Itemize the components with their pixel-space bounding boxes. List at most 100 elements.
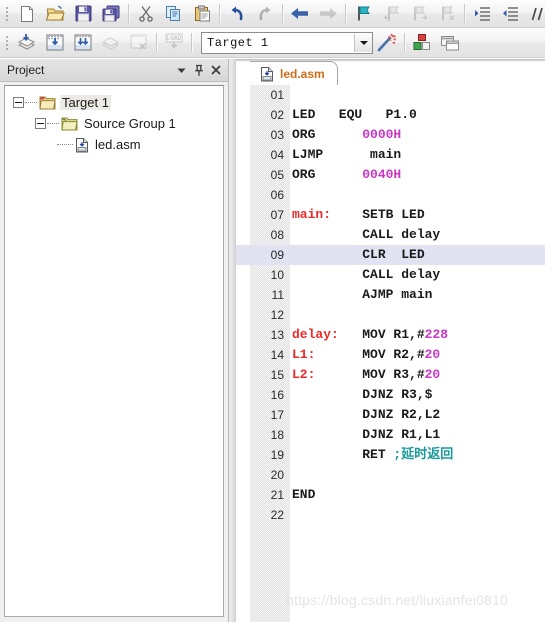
code-token-plain: DJNZ R3,$ [292, 387, 433, 402]
code-line[interactable]: 22 [236, 505, 545, 525]
code-line[interactable]: 03 ORG 0000H [236, 125, 545, 145]
code-token-plain: CALL delay [292, 267, 441, 282]
code-line[interactable]: 17 DJNZ R2,L2 [236, 405, 545, 425]
toolbar-separator [156, 33, 157, 52]
open-folder-icon [45, 5, 65, 23]
target-options-button[interactable] [373, 30, 401, 56]
code-token-plain: CLR LED [292, 247, 425, 262]
new-file-button[interactable] [13, 1, 41, 27]
toolbar-separator [191, 33, 192, 52]
tree-expander-target[interactable] [13, 97, 24, 108]
code-token-num: 20 [424, 347, 441, 362]
target-select-arrow[interactable] [354, 33, 372, 52]
copy-button[interactable] [160, 1, 188, 27]
save-all-icon [102, 5, 120, 22]
comment-button[interactable] [524, 1, 545, 27]
stop-build-button[interactable] [125, 30, 153, 56]
nav-forward-button[interactable] [314, 1, 342, 27]
code-line[interactable]: 04 LJMP main [236, 145, 545, 165]
code-line[interactable]: 11 AJMP main [236, 285, 545, 305]
indent-button[interactable] [468, 1, 496, 27]
save-file-button[interactable] [69, 1, 97, 27]
code-line[interactable]: 18 DJNZ R1,L1 [236, 425, 545, 445]
download-flash-button[interactable]: LOAD [160, 30, 188, 56]
open-file-button[interactable] [41, 1, 69, 27]
tree-expander-source-group[interactable] [35, 118, 46, 129]
prev-bookmark-button[interactable] [377, 1, 405, 27]
bookmark-prev-icon [383, 5, 400, 22]
stop-build-icon [129, 33, 149, 52]
manage-windows-button[interactable] [436, 30, 464, 56]
tree-connector [57, 143, 73, 146]
rebuild-button[interactable] [69, 30, 97, 56]
editor-tabstrip: led.asm [236, 59, 545, 86]
asm-file-icon [260, 66, 274, 82]
save-icon [75, 5, 92, 22]
project-tree[interactable]: Target 1 Source Group 1 led.asm [4, 85, 224, 617]
code-line[interactable]: 15 L2: MOV R3,#20 [236, 365, 545, 385]
redo-button[interactable] [251, 1, 279, 27]
clear-bookmarks-button[interactable] [433, 1, 461, 27]
target-folder-icon [39, 96, 56, 110]
code-line[interactable]: 14 L1: MOV R2,#20 [236, 345, 545, 365]
toolbar-grip[interactable] [3, 4, 11, 24]
batch-build-button[interactable] [97, 30, 125, 56]
line-number: 22 [270, 508, 284, 522]
pane-menu-button[interactable] [173, 62, 190, 79]
target-select[interactable]: Target 1 [201, 31, 373, 54]
tree-item-led-asm[interactable]: led.asm [5, 134, 223, 155]
bookmark-clear-icon [439, 5, 456, 22]
paste-button[interactable] [188, 1, 216, 27]
toolbar-grip[interactable] [3, 33, 11, 53]
cut-button[interactable] [132, 1, 160, 27]
code-line[interactable]: 08 CALL delay [236, 225, 545, 245]
outdent-button[interactable] [496, 1, 524, 27]
tree-item-source-group-label: Source Group 1 [84, 116, 176, 131]
code-token-label: L1: [292, 347, 316, 362]
manage-project-button[interactable] [408, 30, 436, 56]
code-line[interactable]: 21 END [236, 485, 545, 505]
code-line[interactable]: 19 RET ;延时返回 [236, 445, 545, 465]
pane-pin-button[interactable] [190, 62, 207, 79]
code-lines[interactable]: 01 02 LED EQU P1.0 03 ORG 0000H 04 LJMP main 05… [236, 85, 545, 622]
toolbar-separator [282, 4, 283, 23]
pane-close-button[interactable] [207, 62, 224, 79]
chevron-down-icon [177, 68, 186, 73]
code-line[interactable]: 01 [236, 85, 545, 105]
undo-button[interactable] [223, 1, 251, 27]
save-all-button[interactable] [97, 1, 125, 27]
code-line[interactable]: 02 LED EQU P1.0 [236, 105, 545, 125]
paste-icon [194, 5, 211, 22]
editor-tab-led-asm[interactable]: led.asm [239, 61, 338, 86]
toolbar-separator [464, 4, 465, 23]
toggle-bookmark-button[interactable] [349, 1, 377, 27]
line-number: 11 [271, 288, 284, 302]
nav-back-button[interactable] [286, 1, 314, 27]
code-line[interactable]: 16 DJNZ R3,$ [236, 385, 545, 405]
tree-connector [47, 122, 59, 125]
translate-button[interactable] [13, 30, 41, 56]
code-token-plain: DJNZ R2,L2 [292, 407, 441, 422]
code-line[interactable]: 06 [236, 185, 545, 205]
code-line[interactable]: 07 main: SETB LED [236, 205, 545, 225]
tree-item-target[interactable]: Target 1 [5, 92, 223, 113]
next-bookmark-button[interactable] [405, 1, 433, 27]
code-line[interactable]: 20 [236, 465, 545, 485]
svg-text:LOAD: LOAD [167, 35, 182, 42]
toolbar-separator [404, 33, 405, 52]
code-line[interactable]: 13 delay: MOV R1,#228 [236, 325, 545, 345]
code-line[interactable]: 05 ORG 0040H [236, 165, 545, 185]
code-line[interactable]: 12 [236, 305, 545, 325]
code-line[interactable]: 10 CALL delay [236, 265, 545, 285]
tree-item-source-group[interactable]: Source Group 1 [5, 113, 223, 134]
code-token-label: delay: [292, 327, 339, 342]
code-line-text: L1: MOV R2,#20 [292, 345, 545, 365]
code-editor[interactable]: 01 02 LED EQU P1.0 03 ORG 0000H 04 LJMP main 05… [236, 85, 545, 622]
build-icon [45, 33, 65, 52]
main-body: Project Target 1 Source Group 1 led.asm … [0, 59, 545, 622]
build-button[interactable] [41, 30, 69, 56]
code-token-num: 228 [424, 327, 449, 342]
pane-splitter[interactable] [228, 59, 236, 622]
code-line[interactable]: 09 CLR LED [236, 245, 545, 265]
code-token-plain: SETB LED [331, 207, 425, 222]
